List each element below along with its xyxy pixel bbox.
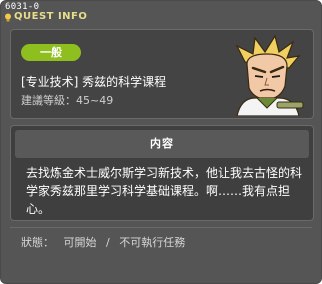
divider	[10, 227, 312, 228]
npc-portrait-icon	[235, 34, 304, 116]
status-available: 可開始	[63, 236, 97, 249]
quest-info-window: 6031-0 QUEST INFO 一般 [专业技术] 秀兹的科学课程 建議等級…	[0, 0, 322, 284]
quest-name: [专业技术] 秀兹的科学课程	[21, 75, 167, 89]
title-bar[interactable]: 6031-0 QUEST INFO	[1, 1, 321, 25]
quest-bulb-icon	[5, 13, 11, 22]
content-header: 内容	[15, 130, 309, 158]
quest-content-panel: 内容 去找炼金术士威尔斯学习新技术，他让我去古怪的科学家秀兹那里学习科学基础课程…	[10, 125, 314, 221]
quest-type-badge: 一般	[21, 44, 81, 61]
status-label: 狀態：	[21, 236, 54, 249]
status-unavailable: 不可執行任務	[119, 236, 186, 249]
quest-header-panel: 一般 [专业技术] 秀兹的科学课程 建議等級：45~49	[10, 29, 314, 119]
status-separator: /	[106, 236, 110, 249]
recommended-level: 建議等級：45~49	[21, 94, 114, 107]
quest-description: 去找炼金术士威尔斯学习新技术，他让我去古怪的科学家秀兹那里学习科学基础课程。啊……	[26, 166, 303, 216]
window-title: QUEST INFO	[14, 11, 88, 22]
status-bar: 狀態： 可開始 / 不可執行任務	[21, 234, 191, 250]
